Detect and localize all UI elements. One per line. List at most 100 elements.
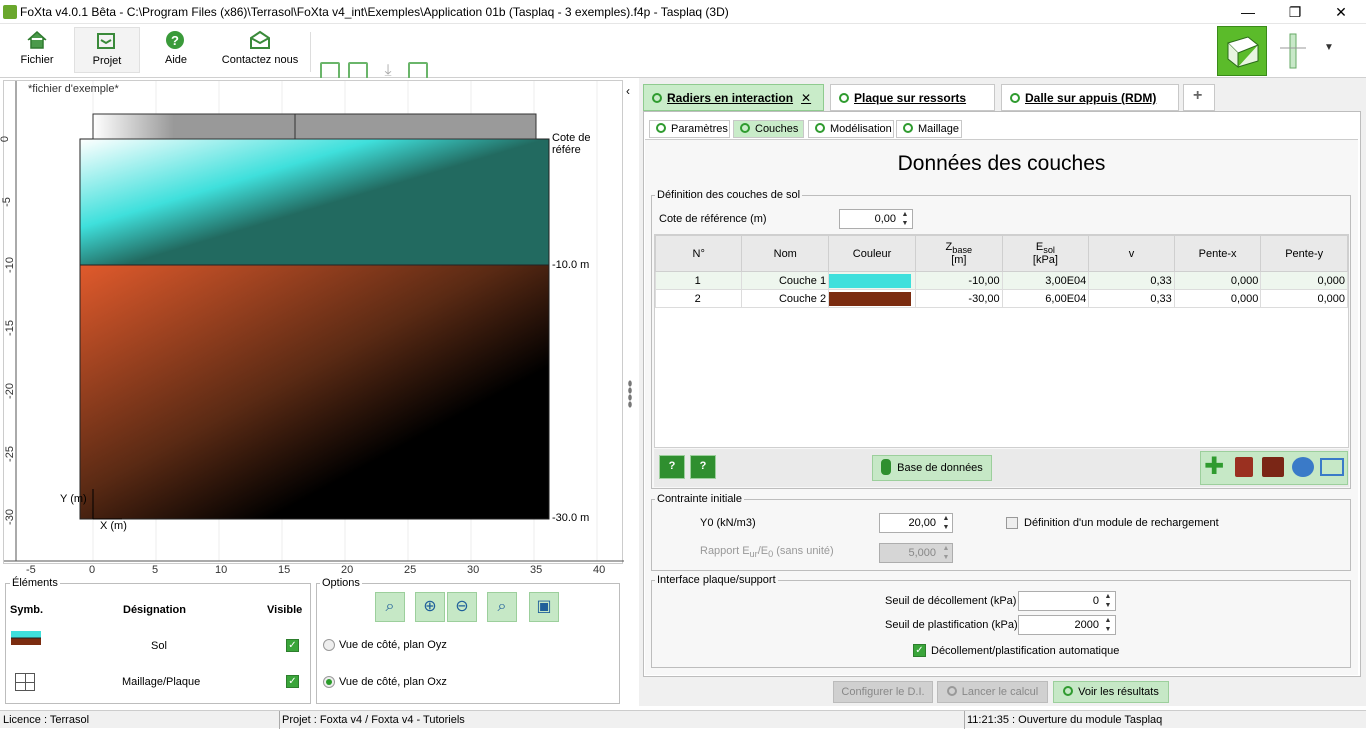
- fichier-button[interactable]: Fichier: [6, 27, 68, 73]
- soil-layer-1[interactable]: [79, 138, 550, 266]
- minimize-icon[interactable]: —: [1233, 2, 1263, 22]
- projet-button[interactable]: Projet: [74, 27, 140, 73]
- delete-all-icon[interactable]: [1262, 457, 1284, 477]
- voir-check-icon: [1063, 686, 1074, 696]
- tab-dalle[interactable]: Dalle sur appuis (RDM): [1001, 84, 1179, 111]
- tab-close-icon[interactable]: ✕: [801, 91, 811, 105]
- view-oxz-radio[interactable]: [323, 676, 335, 688]
- sol-label: Sol: [151, 640, 167, 652]
- x-tick-label: 25: [404, 564, 417, 576]
- voir-resultats-button[interactable]: Voir les résultats: [1053, 681, 1169, 703]
- auto-checkbox[interactable]: ✓: [913, 644, 926, 657]
- close-icon[interactable]: ✕: [1326, 2, 1356, 22]
- status-licence: Licence : Terrasol: [3, 714, 90, 726]
- database-button[interactable]: Base de données: [872, 455, 992, 481]
- y-tick-label: -5: [0, 197, 13, 207]
- import-icon[interactable]: [1292, 457, 1314, 477]
- window-title: FoXta v4.0.1 Bêta - C:\Program Files (x8…: [20, 5, 729, 19]
- th-nom: Nom: [741, 235, 830, 272]
- plate-right[interactable]: [294, 113, 537, 140]
- tab-plaque-label: Plaque sur ressorts: [854, 91, 967, 105]
- cote-spinner[interactable]: ▲ ▼: [898, 210, 912, 228]
- zoom-window-icon[interactable]: ⌕: [487, 592, 517, 622]
- projet-icon: [96, 31, 118, 51]
- zoom-fit-icon[interactable]: ⌕: [375, 592, 405, 622]
- ribbon-toolbar: Fichier Projet ? Aide Contactez nous ⤓ ▼: [0, 24, 1366, 82]
- lancer-check-icon: [946, 686, 957, 696]
- table-row[interactable]: 2 Couche 2 -30,00 6,00E04 0,33 0,000 0,0…: [654, 289, 1348, 308]
- toolbar-divider: [310, 32, 311, 72]
- view-oyz-radio[interactable]: [323, 639, 335, 651]
- plot-svg: [4, 81, 624, 562]
- export-image-icon[interactable]: ▣: [529, 592, 559, 622]
- table-row[interactable]: 1 Couche 1 -10,00 3,00E04 0,33 0,000 0,0…: [654, 271, 1348, 290]
- col-visible: Visible: [267, 604, 303, 616]
- status-sep-2: [964, 711, 965, 729]
- y0-label: Y0 (kN/m3): [700, 517, 756, 529]
- color-swatch: [829, 273, 912, 288]
- subtab-maillage[interactable]: Maillage: [896, 120, 962, 138]
- tab-radiers-label: Radiers en interaction: [667, 91, 794, 105]
- th-couleur: Couleur: [828, 235, 917, 272]
- mesh-visible-checkbox[interactable]: ✓: [286, 675, 299, 688]
- y-tick-label: -10: [3, 257, 16, 273]
- sol-visible-checkbox[interactable]: ✓: [286, 639, 299, 652]
- collapse-chevron-icon[interactable]: ‹: [626, 84, 636, 100]
- config-button[interactable]: Configurer le D.I.: [833, 681, 933, 703]
- tab-radiers[interactable]: Radiers en interaction ✕: [643, 84, 824, 111]
- zoom-in-icon[interactable]: ⊕: [415, 592, 445, 622]
- x-tick-label: 15: [278, 564, 291, 576]
- subtab-parametres[interactable]: Paramètres: [649, 120, 730, 138]
- status-message: 11:21:35 : Ouverture du module Tasplaq: [967, 714, 1163, 726]
- mesh-label: Maillage/Plaque: [122, 676, 201, 688]
- aide-button[interactable]: ? Aide: [148, 27, 204, 73]
- x-tick-label: 5: [152, 564, 159, 576]
- subtab-couches[interactable]: Couches: [733, 120, 804, 138]
- plast-spinner[interactable]: ▲ ▼: [1101, 616, 1115, 634]
- pile-module-icon[interactable]: [1272, 28, 1316, 74]
- help-1-icon[interactable]: ?: [659, 455, 685, 479]
- couches-group-title: Définition des couches de sol: [655, 189, 803, 201]
- plate-left[interactable]: [92, 113, 296, 140]
- decol-spinner[interactable]: ▲ ▼: [1101, 592, 1115, 610]
- projet-label: Projet: [92, 55, 122, 67]
- th-esol: Esol [kPa]: [1001, 235, 1090, 272]
- aide-label: Aide: [164, 54, 188, 66]
- th-pente-x: Pente-x: [1173, 235, 1262, 272]
- mail-icon: [249, 30, 271, 50]
- title-bar: FoXta v4.0.1 Bêta - C:\Program Files (x8…: [0, 0, 1366, 24]
- soil-layer-2[interactable]: [79, 264, 550, 520]
- contrainte-group: [651, 499, 1351, 571]
- y0-spinner[interactable]: ▲ ▼: [939, 514, 953, 532]
- decol-label: Seuil de décollement (kPa): [885, 595, 1017, 607]
- rapport-spinner: ▲ ▼: [942, 545, 950, 561]
- subtab-couches-label: Couches: [755, 123, 799, 135]
- tab-plaque[interactable]: Plaque sur ressorts: [830, 84, 995, 111]
- database-icon: [881, 459, 892, 475]
- maximize-icon[interactable]: ❐: [1280, 2, 1310, 22]
- rechargement-checkbox[interactable]: [1006, 517, 1018, 529]
- subtab-modelisation[interactable]: Modélisation: [808, 120, 894, 138]
- chevron-down-icon[interactable]: ▼: [1324, 42, 1340, 58]
- col-designation: Désignation: [123, 604, 186, 616]
- level-10-label: -10.0 m: [552, 259, 590, 271]
- zoom-out-icon[interactable]: ⊖: [447, 592, 477, 622]
- couches-table-area: N° Nom Couleur Zbase [m] Esol [kPa] v Pent…: [654, 234, 1349, 448]
- soil-plot[interactable]: *fichier d'exemple* Cote de référe -10.0…: [0, 80, 624, 576]
- view-oxz-label: Vue de côté, plan Oxz: [339, 676, 447, 688]
- auto-label: Décollement/plastification automatique: [931, 645, 1120, 657]
- export-icon[interactable]: [1320, 458, 1344, 476]
- add-row-icon[interactable]: ✚: [1204, 455, 1226, 479]
- lancer-button[interactable]: Lancer le calcul: [937, 681, 1048, 703]
- contact-button[interactable]: Contactez nous: [218, 27, 302, 73]
- delete-row-icon[interactable]: [1235, 457, 1253, 477]
- elements-title: Éléments: [10, 577, 60, 589]
- status-projet: Projet : Foxta v4 / Foxta v4 - Tutoriels: [282, 714, 465, 726]
- cote-label: Cote de référence (m): [659, 213, 767, 225]
- add-tab-icon[interactable]: +: [1183, 84, 1215, 111]
- th-pente-y: Pente-y: [1260, 235, 1348, 272]
- tasplaq-module-icon[interactable]: [1217, 26, 1267, 76]
- splitter-grip[interactable]: [628, 380, 632, 408]
- help-2-icon[interactable]: ?: [690, 455, 716, 479]
- x-tick-label: 20: [341, 564, 354, 576]
